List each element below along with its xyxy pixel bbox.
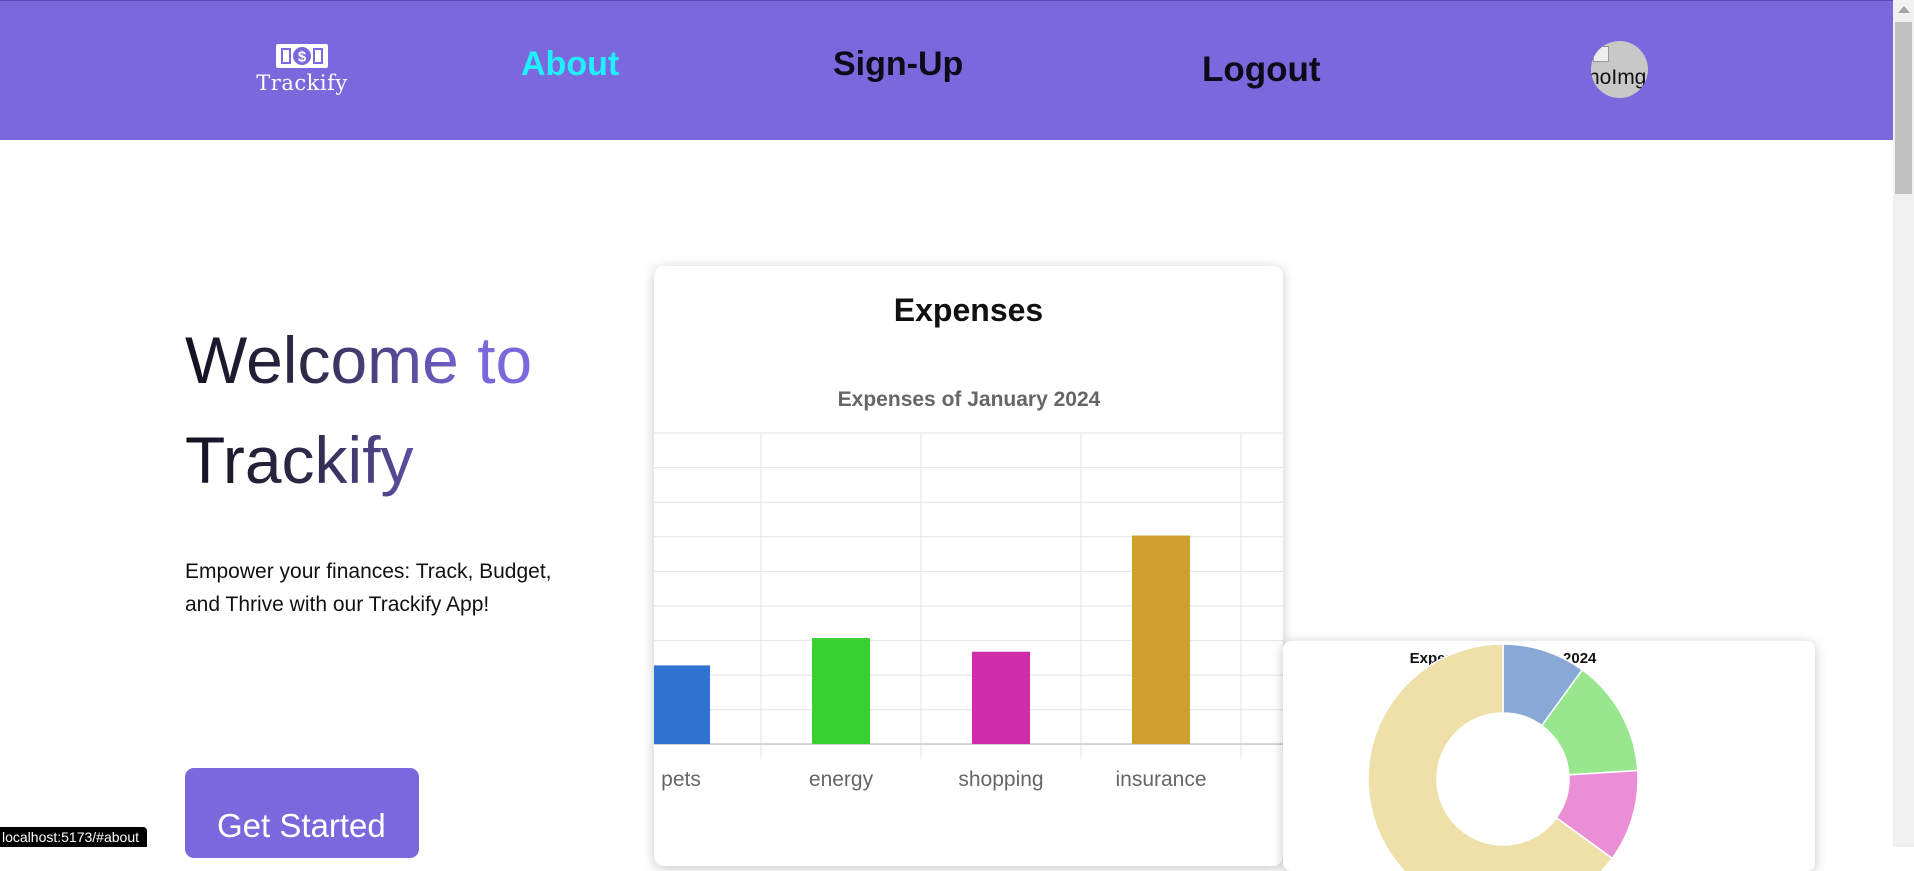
- svg-text:$: $: [298, 49, 307, 66]
- bar-pets: [654, 665, 710, 744]
- avatar-alt-text: noImg: [1591, 66, 1647, 89]
- broken-image-icon: [1593, 46, 1609, 62]
- bar-tick-label: shopping: [958, 768, 1043, 791]
- bar-shopping: [972, 651, 1030, 744]
- hero-title: Welcome to Trackify: [185, 310, 605, 510]
- nav-signup-link[interactable]: Sign-Up: [833, 45, 963, 84]
- bar-tick-label: pets: [661, 768, 701, 791]
- nav-logout-link[interactable]: Logout: [1202, 50, 1321, 90]
- expenses-card: Expenses Expenses of January 2024 pets ene…: [654, 266, 1283, 866]
- scroll-up-arrow-icon[interactable]: [1898, 6, 1910, 13]
- top-navbar: $ Trackify About Sign-Up Logout noImg: [0, 0, 1893, 140]
- expenses-bar-chart: Expenses of January 2024 pets energy shoppi…: [654, 388, 1283, 791]
- hero-title-line1: Welcome to: [185, 323, 533, 397]
- expenses-donut-chart: Expenses in January 2024: [1367, 643, 1639, 871]
- trackify-logo[interactable]: $ Trackify: [256, 43, 348, 103]
- status-bar-url: localhost:5173/#about: [0, 827, 147, 847]
- nav-about-link[interactable]: About: [521, 45, 619, 84]
- bar-energy: [812, 638, 870, 744]
- expenses-pie-card: Expenses in January 2024: [1283, 641, 1815, 871]
- bar-tick-label: insurance: [1115, 768, 1206, 791]
- logo-text: Trackify: [256, 71, 348, 95]
- bar-chart-title: Expenses of January 2024: [838, 388, 1101, 411]
- scrollbar-thumb[interactable]: [1895, 22, 1912, 194]
- avatar[interactable]: noImg: [1591, 41, 1648, 98]
- bar-tick-label: energy: [809, 768, 874, 791]
- hero-tagline: Empower your finances: Track, Budget, an…: [185, 560, 552, 616]
- hero-title-line2: Trackify: [185, 423, 414, 497]
- money-icon: $: [276, 44, 328, 68]
- bar-insurance: [1132, 535, 1190, 744]
- get-started-button[interactable]: Get Started: [185, 768, 419, 858]
- vertical-scrollbar[interactable]: [1893, 0, 1914, 847]
